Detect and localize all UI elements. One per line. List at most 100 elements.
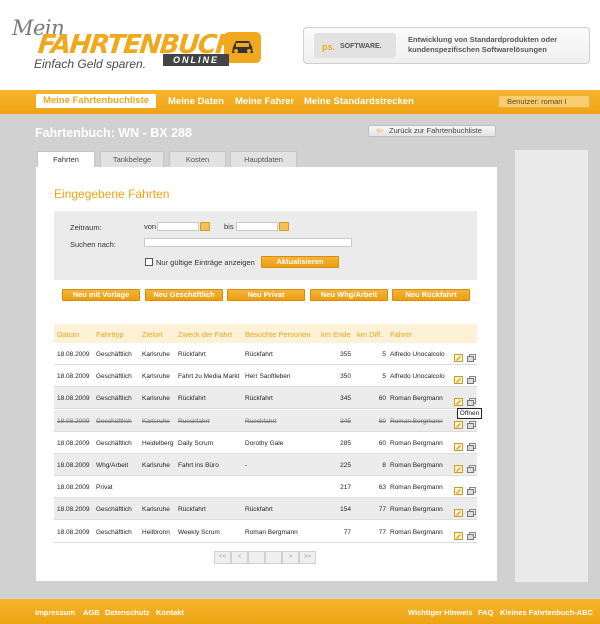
last-page-button[interactable]: >> <box>299 551 316 564</box>
copy-icon[interactable] <box>467 393 476 406</box>
edit-pencil-icon[interactable] <box>454 527 463 540</box>
copy-icon[interactable] <box>467 504 476 517</box>
table-cell: 345 <box>340 395 351 402</box>
footer-link-impressum[interactable]: Impressum <box>35 608 75 617</box>
table-cell: 18.08.2009 <box>57 462 90 469</box>
column-header[interactable]: km Diff. <box>357 330 382 339</box>
table-cell: Geschäftlich <box>96 351 132 358</box>
main-nav: Meine Fahrtenbuchliste Meine Daten Meine… <box>0 90 600 114</box>
nav-item-fahrtenbuchliste[interactable]: Meine Fahrtenbuchliste <box>36 94 156 108</box>
update-button[interactable]: Aktualisieren <box>261 256 339 268</box>
valid-only-checkbox[interactable] <box>145 258 153 266</box>
copy-icon[interactable] <box>467 482 476 495</box>
column-header[interactable]: Zielort <box>142 330 163 339</box>
edit-pencil-icon[interactable] <box>454 371 463 384</box>
table-cell: Rückfahrt <box>245 506 273 513</box>
von-label: von <box>144 222 157 231</box>
date-from-input[interactable] <box>157 222 199 231</box>
table-cell: Privat <box>96 484 113 491</box>
table-cell: Karlsruhe <box>142 462 170 469</box>
table-cell: Rueckfahrt <box>178 418 210 425</box>
table-cell: Roman Bergmann <box>390 418 443 425</box>
tab-fahrten[interactable]: Fahrten <box>37 151 95 168</box>
table-cell: 60 <box>378 440 386 447</box>
column-header[interactable]: Datum <box>57 330 79 339</box>
table-cell: 18.08.2009 <box>57 484 90 491</box>
table-cell: Roman Bergmann <box>390 395 443 402</box>
table-cell: 350 <box>340 373 351 380</box>
column-header[interactable]: Fahrer <box>390 330 412 339</box>
table-cell: Rückfahrt <box>178 351 206 358</box>
table-cell: Weekly Scrum <box>178 529 220 536</box>
table-cell: 285 <box>340 440 351 447</box>
footer-link-faq[interactable]: FAQ <box>478 608 493 617</box>
valid-only-label: Nur gültige Einträge anzeigen <box>156 258 255 267</box>
table-cell: Rückfahrt <box>245 351 273 358</box>
column-header[interactable]: Besuchte Personen <box>245 330 310 339</box>
page-button[interactable] <box>248 551 265 564</box>
copy-icon[interactable] <box>467 371 476 384</box>
new-commute-button[interactable]: Neu Whg/Arbeit <box>310 289 388 301</box>
tab-kosten[interactable]: Kosten <box>169 151 226 167</box>
table-cell: Geschäftlich <box>96 395 132 402</box>
tab-tankbelege[interactable]: Tankbelege <box>100 151 164 167</box>
back-arrow-icon: ⇦ <box>376 126 383 135</box>
footer-link-agb[interactable]: AGB <box>83 608 100 617</box>
new-business-button[interactable]: Neu Geschäftlich <box>145 289 223 301</box>
new-from-template-button[interactable]: Neu mit Vorlage <box>62 289 140 301</box>
edit-pencil-icon[interactable] <box>454 438 463 451</box>
copy-icon[interactable] <box>467 460 476 473</box>
table-cell: Fahrt zu Media Markt <box>178 373 240 380</box>
calendar-icon[interactable] <box>279 222 289 231</box>
calendar-icon[interactable] <box>200 222 210 231</box>
back-to-list-button[interactable]: ⇦ Zurück zur Fahrtenbuchliste <box>368 125 496 137</box>
nav-item-standardstrecken[interactable]: Meine Standardstrecken <box>304 96 414 107</box>
edit-pencil-icon[interactable] <box>454 460 463 473</box>
car-logo-icon <box>224 32 261 63</box>
first-page-button[interactable]: << <box>214 551 231 564</box>
footer-link-hinweis[interactable]: Wichtiger Hinweis <box>408 608 473 617</box>
date-to-input[interactable] <box>236 222 278 231</box>
edit-pencil-icon[interactable] <box>454 504 463 517</box>
edit-pencil-icon[interactable] <box>454 482 463 495</box>
table-cell: Geschäftlich <box>96 440 132 447</box>
logo-online: ONLINE <box>163 54 229 66</box>
footer-link-kontakt[interactable]: Kontakt <box>156 608 184 617</box>
table-cell: 355 <box>340 351 351 358</box>
edit-pencil-icon[interactable] <box>454 349 463 362</box>
table-cell: Rueckfahrt <box>245 418 277 425</box>
table-cell: Karlsruhe <box>142 395 170 402</box>
prev-page-button[interactable]: < <box>231 551 248 564</box>
next-page-button[interactable]: > <box>282 551 299 564</box>
new-private-button[interactable]: Neu Privat <box>227 289 305 301</box>
table-cell: Karlsruhe <box>142 506 170 513</box>
page-button[interactable] <box>265 551 282 564</box>
nav-item-meine-daten[interactable]: Meine Daten <box>168 96 224 107</box>
table-cell: 225 <box>340 462 351 469</box>
copy-icon[interactable] <box>467 349 476 362</box>
search-input[interactable] <box>144 238 352 247</box>
column-header[interactable]: Fahrttyp <box>96 330 124 339</box>
footer-link-datenschutz[interactable]: Datenschutz <box>105 608 150 617</box>
partner-banner[interactable]: ps. SOFTWARE. Entwicklung von Standardpr… <box>303 27 590 64</box>
table-cell: 77 <box>378 529 386 536</box>
table-cell: Geschäftlich <box>96 506 132 513</box>
table-cell: Karlsruhe <box>142 351 170 358</box>
user-badge[interactable]: Benutzer: roman I <box>498 95 590 108</box>
edit-pencil-icon[interactable] <box>454 393 463 406</box>
table-cell: 18.08.2009 <box>57 506 90 513</box>
nav-item-meine-fahrer[interactable]: Meine Fahrer <box>235 96 294 107</box>
copy-icon[interactable] <box>467 438 476 451</box>
table-cell: Alfredo Unocalcolo <box>390 373 445 380</box>
column-header[interactable]: Zweck der Fahrt <box>178 330 232 339</box>
copy-icon[interactable] <box>467 527 476 540</box>
footer-link-abc[interactable]: Kleines Fahrtenbuch-ABC <box>500 608 593 617</box>
table-cell: 18.08.2009 <box>57 440 90 447</box>
tab-hauptdaten[interactable]: Hauptdaten <box>230 151 297 167</box>
zeitraum-label: Zeitraum: <box>70 223 102 232</box>
table-cell: Rückfahrt <box>178 506 206 513</box>
column-header[interactable]: km Ende <box>321 330 351 339</box>
table-cell: 5 <box>382 351 386 358</box>
table-cell: 154 <box>340 506 351 513</box>
new-return-trip-button[interactable]: Neu Rückfahrt <box>392 289 470 301</box>
